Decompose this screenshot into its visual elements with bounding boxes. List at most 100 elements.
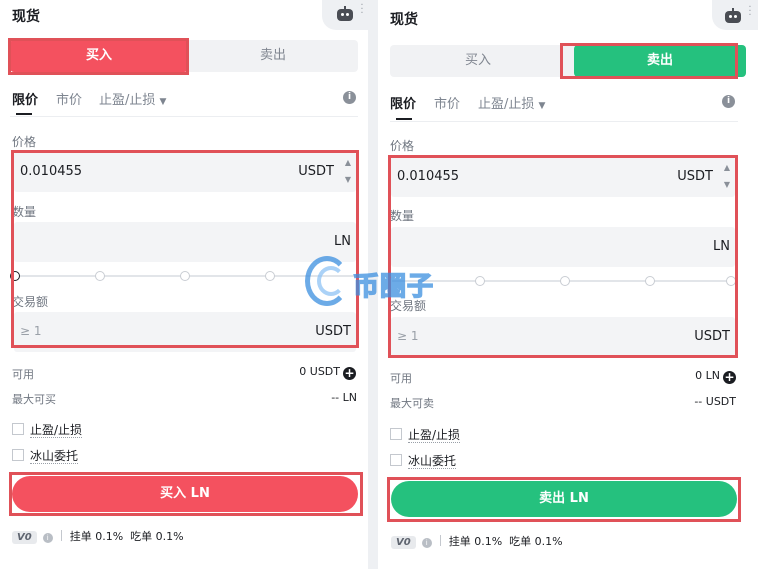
fee-info-icon[interactable]: i <box>421 538 432 548</box>
price-label: 价格 <box>390 139 415 153</box>
available-value: 0 USDT <box>299 365 340 378</box>
divider <box>390 121 738 122</box>
more-icon[interactable]: · · · <box>748 3 752 21</box>
sell-tab[interactable]: 卖出 <box>574 45 746 77</box>
fee-row: V0 i 挂单 0.1% 吃单 0.1% <box>391 533 563 549</box>
info-icon[interactable]: i <box>343 91 356 104</box>
tab-market[interactable]: 市价 <box>56 89 82 108</box>
amount-field[interactable]: ≥ 1 USDT <box>14 312 356 352</box>
side-switch: 买入 卖出 <box>390 45 746 77</box>
watermark-inner-ring <box>317 266 345 296</box>
buy-tab[interactable]: 买入 <box>390 45 566 77</box>
price-field[interactable]: 0.010455 USDT ▲ ▼ <box>391 157 735 197</box>
sell-ln-button[interactable]: 卖出 LN <box>391 481 737 517</box>
amount-placeholder: ≥ 1 <box>20 324 42 338</box>
checkbox-box[interactable] <box>390 454 402 466</box>
qty-unit: LN <box>334 234 351 249</box>
caret-down-icon: ▼ <box>538 101 546 111</box>
deposit-plus-icon[interactable]: + <box>723 371 736 384</box>
tpsl-checkbox-label: 止盈/止损 <box>30 423 83 438</box>
side-switch: 买入 卖出 <box>10 40 358 72</box>
max-label: 最大可买 <box>12 393 56 406</box>
available-row: 0 LN + <box>695 369 736 384</box>
step-down-icon[interactable]: ▼ <box>721 176 733 193</box>
iceberg-checkbox[interactable]: 冰山委托 <box>12 447 79 464</box>
divider <box>10 116 358 117</box>
order-type-tabs: 限价 市价 止盈/止损 ▼ <box>12 89 357 111</box>
price-stepper[interactable]: ▲ ▼ <box>342 154 354 190</box>
amount-label: 交易额 <box>12 295 49 309</box>
panel-title: 现货 <box>390 12 418 28</box>
watermark-text: 币圈子 <box>352 271 435 303</box>
slider-mark-75[interactable] <box>265 271 275 281</box>
amount-placeholder: ≥ 1 <box>397 329 419 343</box>
checkbox-box[interactable] <box>390 428 402 440</box>
checkbox-box[interactable] <box>12 423 24 435</box>
slider-mark-75[interactable] <box>645 276 655 286</box>
maker-fee: 挂单 0.1% <box>69 530 124 543</box>
tpsl-checkbox-label: 止盈/止损 <box>408 428 461 443</box>
iceberg-checkbox[interactable]: 冰山委托 <box>390 452 457 469</box>
available-label: 可用 <box>390 372 412 385</box>
price-field[interactable]: 0.010455 USDT ▲ ▼ <box>14 152 356 192</box>
slider-mark-100[interactable] <box>726 276 736 286</box>
tpsl-checkbox[interactable]: 止盈/止损 <box>12 421 83 438</box>
robot-icon[interactable] <box>724 8 742 24</box>
tab-tpsl[interactable]: 止盈/止损 ▼ <box>478 93 545 112</box>
tab-tpsl[interactable]: 止盈/止损 ▼ <box>99 89 166 108</box>
checkbox-box[interactable] <box>12 449 24 461</box>
max-value: -- USDT <box>694 395 736 408</box>
price-value: 0.010455 <box>20 164 83 179</box>
amount-unit: USDT <box>694 329 730 344</box>
vip-badge[interactable]: V0 <box>391 536 416 549</box>
fee-divider <box>60 530 62 541</box>
amount-field[interactable]: ≥ 1 USDT <box>391 317 735 357</box>
qty-unit: LN <box>713 239 730 254</box>
slider-mark-50[interactable] <box>560 276 570 286</box>
corner-tools: · · · <box>322 0 368 30</box>
price-unit: USDT <box>677 169 713 184</box>
buy-ln-button[interactable]: 买入 LN <box>12 476 358 512</box>
vip-badge[interactable]: V0 <box>12 531 37 544</box>
tab-underline <box>396 118 412 120</box>
tab-market[interactable]: 市价 <box>434 93 460 112</box>
caret-down-icon: ▼ <box>159 97 167 107</box>
available-row: 0 USDT + <box>299 365 356 380</box>
price-unit: USDT <box>298 164 334 179</box>
step-up-icon[interactable]: ▲ <box>721 159 733 176</box>
slider-handle[interactable] <box>10 271 20 281</box>
qty-label: 数量 <box>12 205 37 219</box>
step-down-icon[interactable]: ▼ <box>342 171 354 188</box>
price-value: 0.010455 <box>397 169 460 184</box>
iceberg-checkbox-label: 冰山委托 <box>30 449 79 464</box>
available-value: 0 LN <box>695 369 720 382</box>
taker-fee: 吃单 0.1% <box>130 530 184 543</box>
buy-tab[interactable]: 买入 <box>10 40 188 72</box>
step-up-icon[interactable]: ▲ <box>342 154 354 171</box>
fee-info-icon[interactable]: i <box>42 533 53 543</box>
iceberg-checkbox-label: 冰山委托 <box>408 454 457 469</box>
info-icon[interactable]: i <box>722 95 735 108</box>
price-label: 价格 <box>12 135 37 149</box>
corner-tools: · · · <box>712 0 758 30</box>
slider-mark-25[interactable] <box>475 276 485 286</box>
slider-mark-25[interactable] <box>95 271 105 281</box>
tpsl-checkbox[interactable]: 止盈/止损 <box>390 426 461 443</box>
tab-limit[interactable]: 限价 <box>12 89 38 108</box>
order-type-tabs: 限价 市价 止盈/止损 ▼ <box>390 93 735 115</box>
fee-divider <box>439 535 441 546</box>
tab-tpsl-label: 止盈/止损 <box>99 93 156 108</box>
max-label: 最大可卖 <box>390 397 434 410</box>
deposit-plus-icon[interactable]: + <box>343 367 356 380</box>
tab-underline <box>16 113 32 115</box>
tab-tpsl-label: 止盈/止损 <box>478 97 535 112</box>
fee-row: V0 i 挂单 0.1% 吃单 0.1% <box>12 528 184 544</box>
tab-limit[interactable]: 限价 <box>390 93 416 112</box>
max-value: -- LN <box>331 391 357 404</box>
sell-tab[interactable]: 卖出 <box>188 40 358 72</box>
robot-icon[interactable] <box>336 6 354 22</box>
price-stepper[interactable]: ▲ ▼ <box>721 159 733 195</box>
slider-mark-50[interactable] <box>180 271 190 281</box>
more-icon[interactable]: · · · <box>360 1 364 19</box>
qty-label: 数量 <box>390 209 415 223</box>
